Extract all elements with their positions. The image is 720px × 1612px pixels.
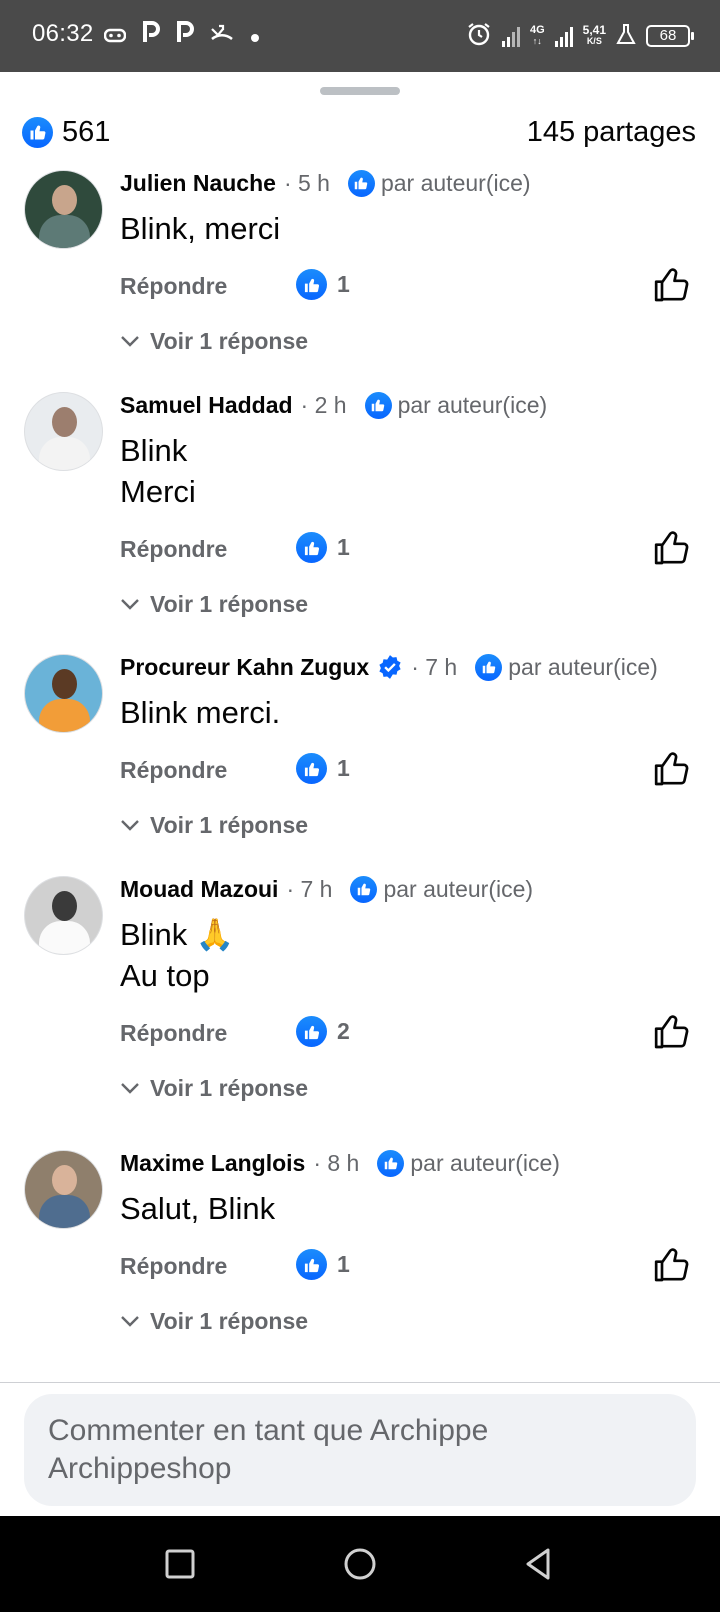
chevron-down-icon [121, 599, 139, 610]
like-button-icon[interactable] [652, 1012, 692, 1052]
view-replies-button[interactable]: Voir 1 réponse [120, 321, 700, 361]
likes-count: 561 [62, 115, 111, 148]
like-icon [296, 1016, 327, 1047]
comment-like-count[interactable]: 1 [296, 753, 350, 784]
comment-time: · 2 h [300, 391, 347, 418]
signal-icon [501, 25, 520, 47]
like-icon [475, 653, 503, 681]
comment-author[interactable]: Mouad Mazoui [120, 876, 278, 903]
comment-list: Julien Nauche · 5 h par auteur(ice) Blin… [0, 166, 720, 1368]
comment-like-count[interactable]: 1 [296, 1249, 350, 1280]
comment-item: Mouad Mazoui · 7 h par auteur(ice) Blink… [0, 872, 720, 1146]
avatar[interactable] [24, 654, 103, 733]
drag-handle[interactable] [320, 87, 400, 95]
view-replies-button[interactable]: Voir 1 réponse [120, 584, 700, 624]
comment-input[interactable]: Commenter en tant que Archippe Archippes… [24, 1394, 696, 1506]
view-replies-button[interactable]: Voir 1 réponse [120, 805, 700, 845]
comment-input-placeholder: Commenter en tant que Archippe Archippes… [48, 1414, 489, 1485]
reply-button[interactable]: Répondre [120, 536, 227, 563]
p-icon [142, 20, 160, 52]
view-replies-button[interactable]: Voir 1 réponse [120, 1301, 700, 1341]
comment-author[interactable]: Julien Nauche [120, 170, 276, 197]
status-bar: 06:32 4G ↑↓ 5,41 K/S 68 [0, 0, 720, 72]
like-icon [296, 269, 327, 300]
comments-sheet: 561 145 partages Julien Nauche · 5 h par… [0, 72, 720, 1512]
reply-button[interactable]: Répondre [120, 1253, 227, 1280]
like-icon [296, 1249, 327, 1280]
comment-text: Blink Merci [120, 433, 196, 509]
reply-button[interactable]: Répondre [120, 757, 227, 784]
system-nav-bar [0, 1516, 720, 1612]
comment-text: Salut, Blink [120, 1191, 276, 1226]
status-time: 06:32 [32, 20, 94, 47]
like-icon [364, 391, 392, 419]
comment-item: Samuel Haddad · 2 h par auteur(ice) Blin… [0, 388, 720, 650]
comment-time: · 8 h [313, 1149, 360, 1176]
shares-count[interactable]: 145 partages [527, 116, 696, 149]
battery-icon: 68 [646, 25, 694, 47]
like-button-icon[interactable] [652, 1245, 692, 1285]
comment-author[interactable]: Maxime Langlois [120, 1150, 305, 1177]
like-icon [350, 875, 378, 903]
comment-item: Procureur Kahn Zugux · 7 h par auteur(ic… [0, 650, 720, 872]
network-speed: 5,41 K/S [582, 23, 606, 46]
like-button-icon[interactable] [652, 749, 692, 789]
alarm-icon [466, 21, 492, 52]
home-icon[interactable] [342, 1546, 378, 1582]
avatar[interactable] [24, 1150, 103, 1229]
avatar[interactable] [24, 170, 103, 249]
liked-by-author: par auteur(ice) [475, 653, 658, 681]
liked-by-author: par auteur(ice) [377, 1149, 560, 1177]
missed-call-icon [210, 20, 234, 52]
comment-composer-bar: Commenter en tant que Archippe Archippes… [0, 1382, 720, 1516]
comment-like-count[interactable]: 1 [296, 269, 350, 300]
network-type: 4G ↑↓ [529, 24, 545, 47]
chevron-down-icon [121, 1316, 139, 1327]
comment-text: Blink 🙏 Au top [120, 917, 235, 993]
reply-button[interactable]: Répondre [120, 273, 227, 300]
like-button-icon[interactable] [652, 265, 692, 305]
total-likes[interactable]: 561 [22, 116, 110, 149]
chevron-down-icon [121, 336, 139, 347]
recent-apps-icon[interactable] [162, 1546, 198, 1582]
reactions-summary: 561 145 partages [22, 112, 696, 152]
flask-icon [616, 23, 636, 50]
gamepad-icon [103, 20, 127, 52]
p-icon [176, 20, 194, 52]
dot-icon [250, 20, 260, 52]
liked-by-author: par auteur(ice) [347, 169, 531, 197]
comment-text: Blink, merci [120, 211, 281, 246]
like-icon [22, 116, 53, 148]
signal-icon [554, 25, 573, 47]
avatar[interactable] [24, 392, 103, 471]
notification-icons [103, 20, 260, 52]
back-icon[interactable] [520, 1546, 556, 1582]
status-right: 4G ↑↓ 5,41 K/S 68 [466, 18, 694, 54]
comment-time: · 5 h [283, 169, 330, 196]
comment-author[interactable]: Samuel Haddad [120, 392, 293, 419]
chevron-down-icon [121, 1083, 139, 1094]
like-icon [296, 753, 327, 784]
like-button-icon[interactable] [652, 528, 692, 568]
chevron-down-icon [121, 820, 139, 831]
like-icon [347, 169, 375, 197]
like-icon [377, 1149, 405, 1177]
like-icon [296, 532, 327, 563]
verified-badge-icon [379, 655, 401, 679]
comment-text: Blink merci. [120, 695, 281, 730]
liked-by-author: par auteur(ice) [350, 875, 533, 903]
comment-time: · 7 h [411, 653, 458, 680]
reply-button[interactable]: Répondre [120, 1020, 227, 1047]
comment-like-count[interactable]: 2 [296, 1016, 350, 1047]
comment-like-count[interactable]: 1 [296, 532, 350, 563]
comment-item: Julien Nauche · 5 h par auteur(ice) Blin… [0, 166, 720, 388]
comment-author[interactable]: Procureur Kahn Zugux [120, 654, 369, 681]
comment-item: Maxime Langlois · 8 h par auteur(ice) Sa… [0, 1146, 720, 1368]
liked-by-author: par auteur(ice) [364, 391, 547, 419]
view-replies-button[interactable]: Voir 1 réponse [120, 1068, 700, 1108]
comment-time: · 7 h [286, 875, 333, 902]
avatar[interactable] [24, 876, 103, 955]
